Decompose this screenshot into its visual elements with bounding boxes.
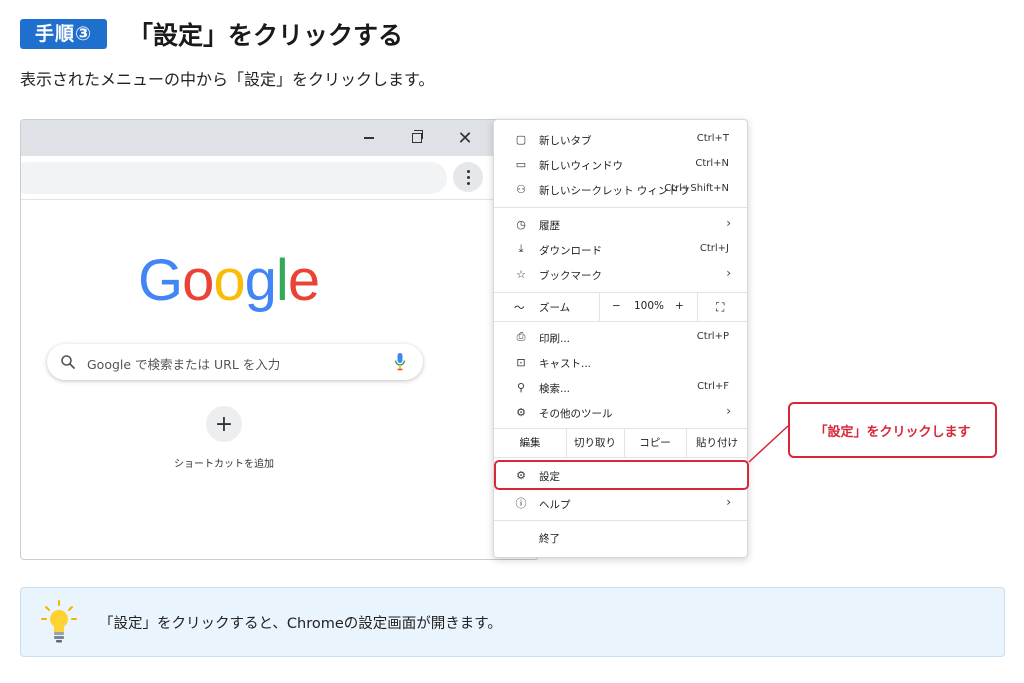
add-shortcut-label: ショートカットを追加 — [174, 459, 274, 470]
address-bar[interactable] — [21, 162, 447, 194]
copy-button[interactable]: コピー — [624, 429, 686, 457]
menu-item-shortcut: Ctrl+P — [696, 331, 729, 342]
zoom-out-button[interactable]: − — [612, 300, 621, 312]
zoom-label: ズーム — [539, 302, 571, 314]
callout-annotation: 「設定」をクリックします — [788, 402, 997, 458]
menu-item-label: 印刷... — [539, 333, 571, 345]
more-tools-icon: ⚙ — [516, 405, 526, 419]
step-badge: 手順③ — [20, 19, 107, 49]
search-placeholder: Google で検索または URL を入力 — [87, 357, 281, 372]
zoom-row: 〜 ズーム − 100% + ⛶ — [494, 293, 747, 321]
menu-item-label: ブックマーク — [539, 270, 602, 282]
menu-item-shortcut: Ctrl+T — [696, 133, 729, 144]
print-icon: ⎙ — [516, 330, 526, 343]
menu-item-label: その他のツール — [539, 408, 613, 420]
browser-window: ✕ Google Google で検索または URL を入力 + ショートカット… — [20, 119, 539, 560]
incognito-icon: ⚇ — [516, 182, 526, 196]
paste-button[interactable]: 貼り付け — [686, 429, 748, 457]
callout-connector — [748, 425, 789, 463]
menu-item-label: 終了 — [539, 533, 560, 545]
edit-row: 編集 切り取り コピー 貼り付け — [494, 429, 747, 457]
menu-item-label: 検索... — [539, 383, 571, 395]
menu-item-shortcut: Ctrl+F — [697, 381, 729, 392]
menu-item-new-tab[interactable]: ▢ 新しいタブ Ctrl+T — [494, 127, 747, 152]
fullscreen-icon[interactable]: ⛶ — [716, 300, 724, 315]
menu-item-bookmarks[interactable]: ☆ ブックマーク › — [494, 262, 747, 287]
bookmark-star-icon: ☆ — [516, 267, 526, 281]
menu-item-history[interactable]: ◷ 履歴 › — [494, 212, 747, 237]
intro-text: 表示されたメニューの中から「設定」をクリックします。 — [20, 70, 435, 89]
search-icon — [61, 355, 75, 369]
menu-item-label: ヘルプ — [539, 499, 571, 511]
download-icon: ⤓ — [518, 242, 524, 255]
submenu-arrow-icon: › — [726, 266, 731, 280]
minimize-icon[interactable] — [356, 126, 382, 150]
menu-item-label: 履歴 — [539, 220, 560, 232]
close-icon[interactable]: ✕ — [452, 126, 478, 150]
page-title: 「設定」をクリックする — [128, 21, 404, 50]
cut-button[interactable]: 切り取り — [566, 429, 624, 457]
zoom-icon: 〜 — [514, 302, 525, 314]
cast-icon: ⊡ — [516, 355, 526, 369]
menu-item-downloads[interactable]: ⤓ ダウンロード Ctrl+J — [494, 237, 747, 262]
menu-divider — [494, 457, 747, 458]
menu-item-incognito[interactable]: ⚇ 新しいシークレット ウィンドウ Ctrl+Shift+N — [494, 177, 747, 202]
menu-item-shortcut: Ctrl+Shift+N — [664, 183, 729, 194]
lightbulb-icon — [41, 600, 77, 643]
menu-item-help[interactable]: ⓘ ヘルプ › — [494, 491, 747, 516]
submenu-arrow-icon: › — [726, 495, 731, 509]
help-icon: ⓘ — [515, 497, 527, 510]
tip-text: 「設定」をクリックすると、Chromeの設定画面が開きます。 — [99, 616, 502, 632]
browser-toolbar — [21, 156, 538, 200]
title-bar: ✕ — [21, 120, 538, 156]
menu-item-shortcut: Ctrl+N — [695, 158, 729, 169]
zoom-value: 100% — [634, 300, 665, 312]
menu-divider — [494, 207, 747, 208]
submenu-arrow-icon: › — [726, 216, 731, 230]
history-icon: ◷ — [516, 217, 526, 231]
menu-item-print[interactable]: ⎙ 印刷... Ctrl+P — [494, 325, 747, 350]
maximize-icon[interactable] — [404, 126, 430, 150]
menu-item-cast[interactable]: ⊡ キャスト... — [494, 350, 747, 375]
mic-icon[interactable] — [393, 352, 407, 372]
menu-item-label: キャスト... — [539, 358, 592, 370]
find-icon: ⚲ — [516, 380, 526, 394]
tip-box: 「設定」をクリックすると、Chromeの設定画面が開きます。 — [20, 587, 1005, 657]
submenu-arrow-icon: › — [726, 404, 731, 418]
edit-label: 編集 — [519, 437, 541, 449]
add-shortcut-button[interactable]: + — [206, 406, 242, 442]
menu-divider — [494, 520, 747, 521]
menu-item-shortcut: Ctrl+J — [699, 243, 729, 254]
google-logo: Google — [138, 248, 320, 313]
menu-divider — [494, 321, 747, 322]
settings-highlight-box — [494, 460, 749, 490]
menu-item-more-tools[interactable]: ⚙ その他のツール › — [494, 400, 747, 425]
menu-item-find[interactable]: ⚲ 検索... Ctrl+F — [494, 375, 747, 400]
new-tab-icon: ▢ — [515, 132, 527, 146]
menu-item-exit[interactable]: 終了 — [494, 525, 747, 550]
menu-item-label: 新しいタブ — [539, 135, 592, 147]
menu-item-label: 新しいウィンドウ — [539, 160, 623, 172]
zoom-in-button[interactable]: + — [675, 300, 684, 312]
menu-item-new-window[interactable]: ▭ 新しいウィンドウ Ctrl+N — [494, 152, 747, 177]
new-window-icon: ▭ — [515, 157, 527, 171]
search-input[interactable]: Google で検索または URL を入力 — [47, 344, 423, 380]
menu-item-label: ダウンロード — [539, 245, 602, 257]
chrome-menu: ▢ 新しいタブ Ctrl+T ▭ 新しいウィンドウ Ctrl+N ⚇ 新しいシー… — [493, 119, 748, 558]
menu-kebab-icon[interactable] — [453, 162, 483, 192]
